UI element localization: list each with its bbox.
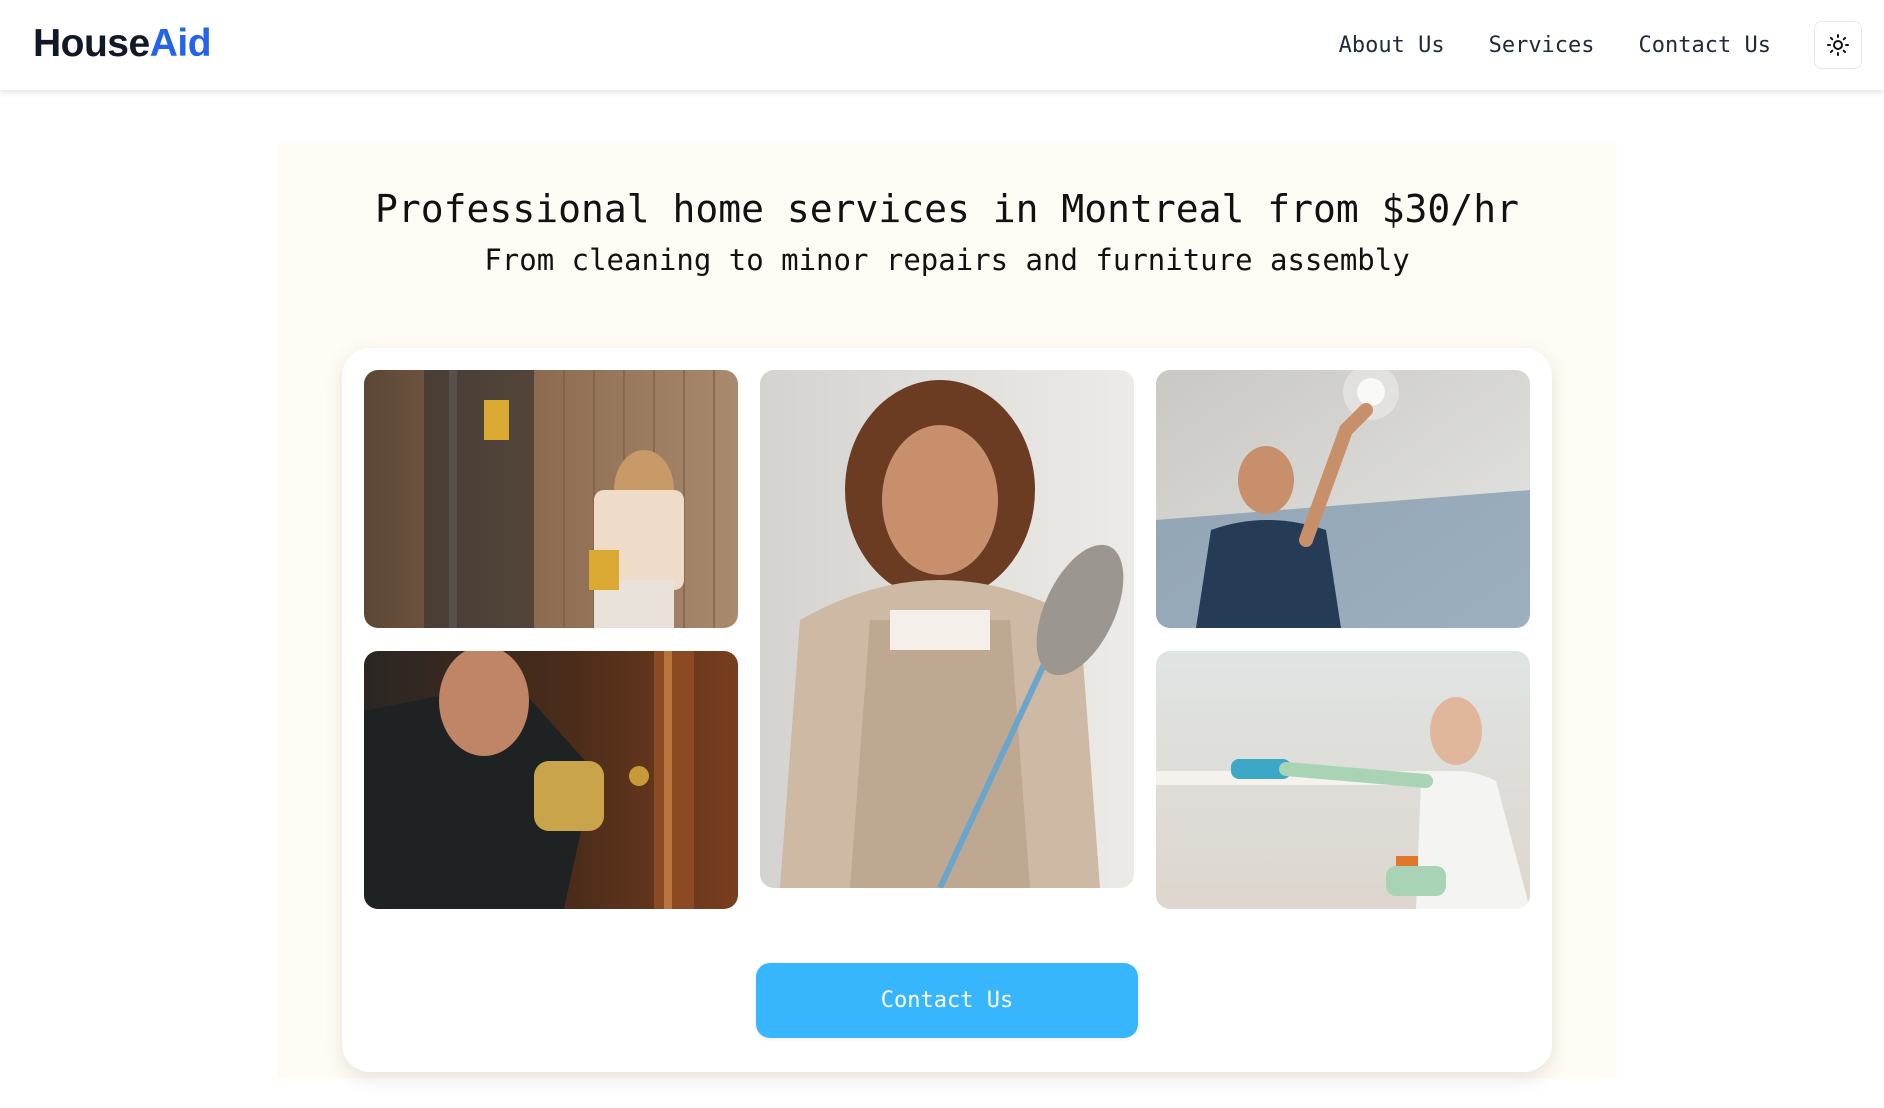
hero-subtitle: From cleaning to minor repairs and furni… <box>484 243 1410 277</box>
logo-house: House <box>33 22 150 65</box>
gallery-card: Contact Us <box>342 348 1552 1072</box>
nav-about-us[interactable]: About Us <box>1339 33 1445 58</box>
gallery-image-shelf-cleaning <box>1156 651 1530 909</box>
sun-icon <box>1827 34 1849 56</box>
gallery-image-light-install <box>1156 370 1530 628</box>
gallery-image-door-repair <box>364 651 738 909</box>
gallery-image-window-cleaning <box>364 370 738 628</box>
main-nav: About Us Services Contact Us <box>1339 0 1884 90</box>
logo[interactable]: HouseAid <box>33 22 212 66</box>
nav-contact-us[interactable]: Contact Us <box>1639 33 1771 58</box>
hero-section: Professional home services in Montreal f… <box>277 143 1617 1078</box>
hero-title: Professional home services in Montreal f… <box>375 187 1519 231</box>
logo-aid: Aid <box>149 22 212 65</box>
gallery-image-housekeeper <box>760 370 1134 888</box>
site-header: HouseAid About Us Services Contact Us <box>0 0 1884 90</box>
nav-services[interactable]: Services <box>1489 33 1595 58</box>
theme-toggle-button[interactable] <box>1814 21 1862 69</box>
contact-us-button[interactable]: Contact Us <box>756 963 1138 1038</box>
